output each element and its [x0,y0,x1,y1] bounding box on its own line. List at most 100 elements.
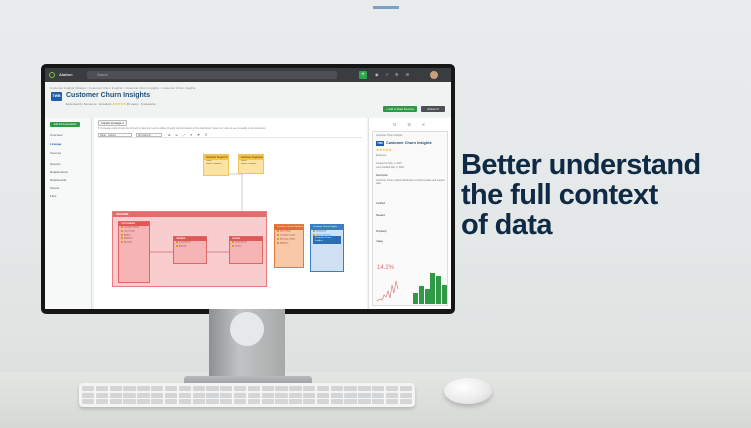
churn-metric-value: 14.2% [377,265,395,271]
region-edges [150,251,229,253]
keyboard-key [137,399,150,404]
keyboard-key [151,399,164,404]
usage-bar [442,284,447,304]
usage-bar [424,289,430,304]
keyboard-key [95,392,109,398]
keyboard-key [82,399,95,404]
panel-line: Endorsed [376,154,387,157]
keyboard-key [372,386,385,391]
lineage-node-churn-insights[interactable]: Customer Churn Insights Dashboard Custom… [310,224,344,272]
keyboard-key [109,386,122,391]
keyboard-key [82,392,95,398]
selected-node-item[interactable]: Customer Churn Insights [313,235,341,244]
keyboard-key [151,386,164,391]
keyboard-key [192,392,205,398]
sidebar-item-lineage[interactable]: Lineage [50,142,61,146]
panel-line: Usage [376,240,383,243]
keyboard-key [192,399,205,404]
panel-line: Certified [376,202,385,205]
keyboard-key [178,392,191,398]
sidebar: Add Documentation Overview Lineage Sourc… [45,118,92,309]
churn-sparkline [377,280,399,302]
keyboard-key [316,392,330,398]
headline-line-1: Better understand [461,149,701,181]
lineage-node-customer-segments[interactable]: Customer Segments VIEW Select Columns [238,154,264,174]
keyboard-key [358,386,371,391]
usage-bar [436,276,442,304]
sidebar-item-queries[interactable]: Queries [50,162,61,166]
create-button[interactable]: + [359,71,367,79]
keyboard-key [206,386,219,391]
lineage-node-support-tickets[interactable]: Customer Support Tickets VIEW Select Col… [203,154,229,176]
app-brand[interactable]: Alation [59,72,73,77]
keyboard-key [344,392,357,398]
page-title: Customer Churn Insights [66,92,151,99]
keyboard-key [151,392,164,398]
keyboard-key [220,399,233,404]
keyboard-key [330,399,343,404]
keyboard-key [164,399,178,404]
actions-button[interactable]: Actions ▾ [421,106,445,112]
app-top-bar: Alation Search + ◉ ? ⚙ ☰ [45,68,451,82]
keyboard-key [316,386,330,391]
keyboard-key [399,386,412,391]
keyboard-key [123,399,136,404]
panel-line: Popularity [376,230,387,233]
keyboard-key [330,386,343,391]
node-column[interactable]: Segment [275,242,303,246]
keyboard-key [233,392,247,398]
keyboard-key [275,392,288,398]
sidebar-item-sources[interactable]: Sources [50,151,61,155]
keyboard-key [399,399,412,404]
keyboard-key [247,392,261,398]
monitor-screen: Alation Search + ◉ ? ⚙ ☰ Customer Insigh… [45,68,451,309]
sidebar-item-files[interactable]: Files [50,194,56,198]
lineage-node-churn-dashboard[interactable]: Customer Churn Dashboard Churn Rate Cust… [274,224,304,268]
keyboard-key [109,399,122,404]
add-documentation-button[interactable]: Add Documentation [50,122,80,127]
headline-line-2: the full context [461,179,658,211]
keyboard-key [303,392,316,398]
keyboard-key [261,386,274,391]
node-action[interactable]: Select Columns [239,163,263,166]
keyboard-key [109,392,122,398]
keyboard-key [303,399,316,404]
avatar[interactable] [430,71,438,79]
panel-header: Customer Churn Insights [376,134,403,137]
keyboard-key [164,386,178,391]
topbar-icons[interactable]: ◉ ? ⚙ ☰ [375,72,412,77]
lineage-canvas[interactable]: Impact Lineage × This lineage graph show… [94,118,367,309]
sidebar-item-relationships[interactable]: Relationships [50,170,68,174]
panel-tools[interactable]: ⊡ ⊞ ✕ [393,122,430,127]
keyboard-key [399,392,412,398]
sidebar-item-overview[interactable]: Overview [50,133,63,137]
endorsement-text: Endorsed by Someone [66,102,97,106]
keyboard-key [178,386,191,391]
keyboard-key [95,399,109,404]
sidebar-item-dashboards[interactable]: Dashboards [50,178,66,182]
app-logo-icon[interactable] [49,72,55,78]
panel-line: Last modified May 3, 2023 [376,166,405,169]
panel-line: Description [376,174,388,177]
search-input[interactable] [87,71,337,79]
panel-rating-stars[interactable]: ★★★★★ [376,148,392,152]
add-to-data-sources-button[interactable]: + Add to Data Sources [383,106,417,112]
keyboard-key [358,399,371,404]
keyboard-key [385,386,399,391]
keyboard-key [123,392,136,398]
keyboard-key [261,399,274,404]
usage-bar [418,286,424,304]
keyboard-key [275,386,288,391]
salesdb-region[interactable]: SALESDB CUSTOMERS CustomerID Customer Na… [112,211,267,287]
keyboard-key [289,392,302,398]
page-meta: Endorsed by Someone · Excellent ★★★★★ 28… [66,102,156,106]
search-placeholder: Search [97,73,109,77]
keyboard-key [372,392,385,398]
rating-stars[interactable]: ★★★★★ [112,102,125,106]
usage-bar [430,273,436,304]
details-panel: ⊡ ⊞ ✕ Customer Churn Insights TWB Custom… [368,118,451,309]
breadcrumb[interactable]: Customer Insights Tableau > Customer Chu… [50,86,195,90]
node-action[interactable]: Select Columns [204,163,228,166]
sidebar-item-sheets[interactable]: Sheets [50,186,59,190]
keyboard-key [233,386,247,391]
